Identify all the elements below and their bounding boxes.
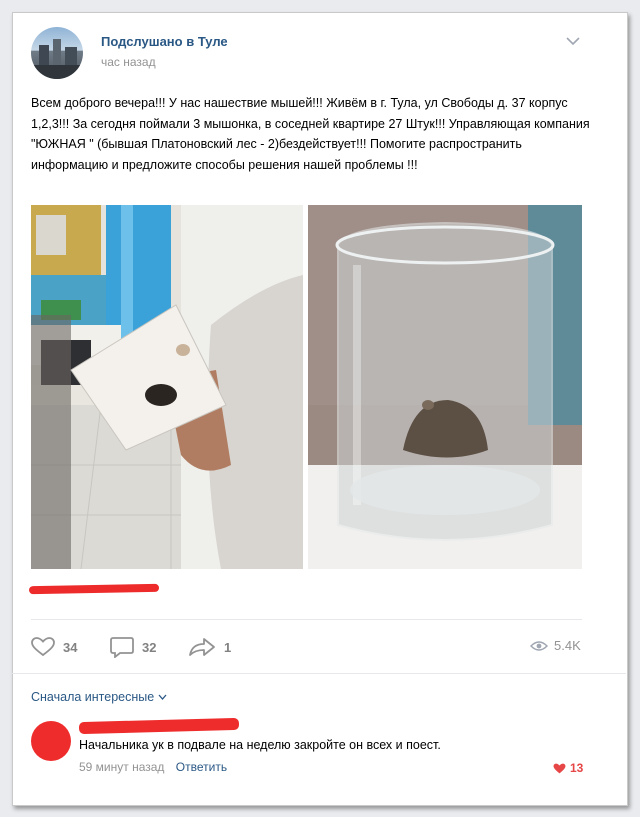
share-button[interactable]: 1 [188,636,231,658]
chevron-down-icon[interactable] [566,36,580,46]
group-avatar[interactable] [31,27,83,79]
post-photo-jar[interactable] [308,205,582,569]
comments-sort-dropdown[interactable]: Сначала интересные [31,690,167,704]
post-text: Всем доброго вечера!!! У нас нашествие м… [31,96,590,172]
comment-text: Начальника ук в подвале на неделю закрой… [79,738,441,752]
share-icon [189,638,215,656]
photo-kitchen-drawing [31,205,303,569]
group-name-link[interactable]: Подслушано в Туле [101,34,228,49]
avatar-building [53,39,61,65]
comment-like-count: 13 [570,761,584,775]
chevron-down-icon [158,694,167,700]
avatar-ground [31,65,83,79]
like-count: 34 [63,639,78,655]
avatar-building [39,45,49,65]
avatar-building [65,47,77,65]
comment-button[interactable]: 32 [110,636,156,658]
view-count: 5.4K [554,638,581,653]
views-counter: 5.4K [530,638,581,653]
comment-icon [110,637,134,658]
comment-time[interactable]: 59 минут назад [79,760,164,774]
comment-meta: 59 минут назад Ответить [79,760,227,774]
heart-icon [553,763,566,773]
divider [12,673,626,674]
comment-count: 32 [142,639,157,655]
heart-icon [31,637,55,657]
comment-like-button[interactable]: 13 [553,761,583,775]
eye-icon [530,640,548,651]
commenter-avatar-redacted[interactable] [31,721,71,761]
photo-jar-drawing [308,205,582,569]
post-timestamp[interactable]: час назад [101,55,156,69]
divider [31,619,582,620]
like-button[interactable]: 34 [31,636,77,658]
post-photo-kitchen[interactable] [31,205,303,569]
sort-label: Сначала интересные [31,690,155,704]
reply-link[interactable]: Ответить [176,760,227,774]
share-count: 1 [224,639,232,655]
